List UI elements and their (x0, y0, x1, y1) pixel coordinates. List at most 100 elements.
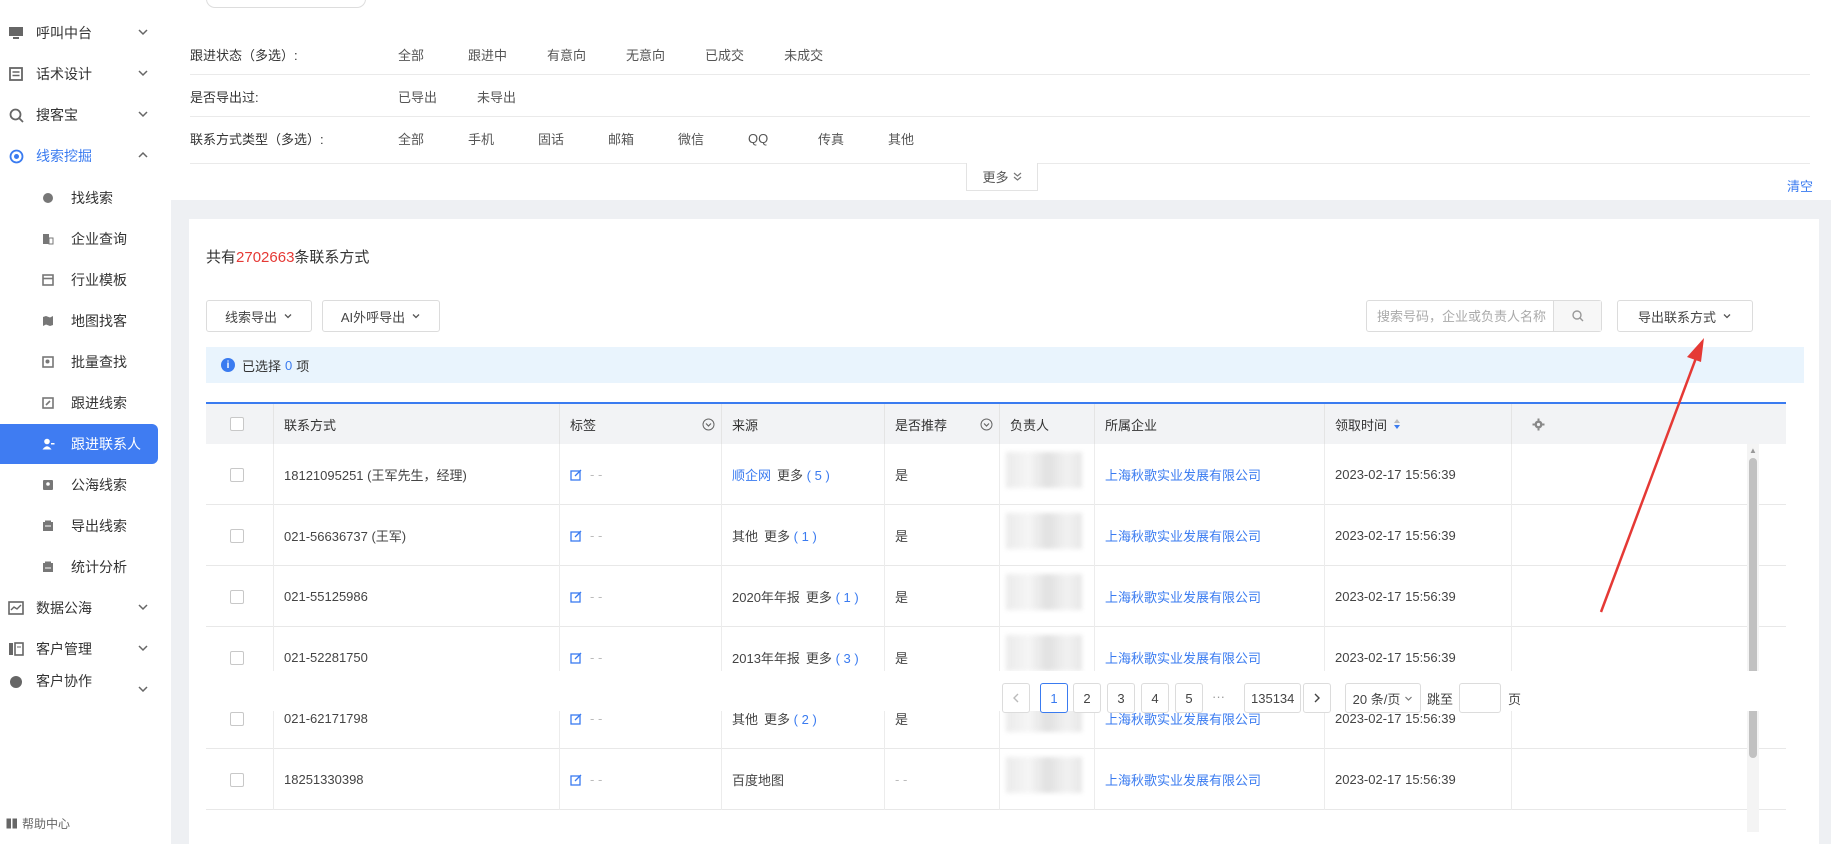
source-value[interactable]: 顺企网 (732, 465, 771, 484)
table-row[interactable]: 18121095251 (王军先生，经理) - - 顺企网 更多 ( 5 ) 是 上海秋歌… (206, 444, 1786, 505)
sidebar-item-industry-template[interactable]: 行业模板 (0, 260, 158, 300)
company-link[interactable]: 上海秋歌实业发展有限公司 (1105, 770, 1261, 789)
filter-option[interactable]: 微信 (678, 129, 708, 148)
gear-icon[interactable] (1532, 418, 1545, 431)
filter-option[interactable]: 全部 (398, 45, 428, 64)
page-button[interactable]: 2 (1073, 683, 1101, 713)
edit-icon[interactable] (570, 591, 582, 603)
filter-option[interactable]: 固话 (538, 129, 568, 148)
more-filters-button[interactable]: 更多 (966, 163, 1038, 191)
page-size-select[interactable]: 20 条/页 (1345, 683, 1421, 713)
help-center-link[interactable]: 帮助中心 (6, 815, 70, 832)
top-toggle-pill[interactable] (206, 0, 366, 8)
search-button[interactable] (1553, 301, 1601, 331)
export-contacts-dropdown[interactable]: 导出联系方式 (1617, 300, 1753, 332)
total-count: 2702663 (236, 249, 295, 266)
sidebar-item-follow-contacts[interactable]: 跟进联系人 (0, 424, 158, 464)
sidebar-item-customer-collab[interactable]: 客户协作 (0, 670, 160, 692)
filter-option[interactable]: 未成交 (784, 45, 823, 64)
sidebar-item-soukebao[interactable]: 搜客宝 (0, 95, 160, 135)
page-button[interactable]: 4 (1141, 683, 1169, 713)
next-page-button[interactable] (1303, 683, 1331, 713)
table-row[interactable]: 021-56636737 (王军) - - 其他 更多 ( 1 ) 是 上海秋歌实业发展有… (206, 505, 1786, 566)
edit-icon[interactable] (570, 713, 582, 725)
edit-icon[interactable] (570, 469, 582, 481)
company-link[interactable]: 上海秋歌实业发展有限公司 (1105, 648, 1261, 667)
page-button[interactable]: 1 (1040, 683, 1068, 713)
edit-icon[interactable] (570, 774, 582, 786)
select-all-checkbox[interactable] (230, 417, 244, 431)
filter-option[interactable]: 未导出 (477, 87, 516, 106)
sidebar-item-label: 公海线索 (71, 477, 127, 493)
filter-option[interactable]: 有意向 (547, 45, 586, 64)
time-value: 2023-02-17 15:56:39 (1335, 711, 1456, 726)
ai-call-export-dropdown[interactable]: AI外呼导出 (322, 300, 440, 332)
sidebar-item-follow-leads[interactable]: 跟进线索 (0, 383, 158, 423)
filter-option[interactable]: 传真 (818, 129, 848, 148)
more-sources-link[interactable]: 更多 ( 3 ) (806, 648, 859, 667)
clear-filters-link[interactable]: 清空 (1787, 176, 1813, 195)
scroll-thumb[interactable] (1749, 458, 1757, 758)
filter-option[interactable]: 其他 (888, 129, 918, 148)
edit-icon[interactable] (570, 530, 582, 542)
lead-export-dropdown[interactable]: 线索导出 (206, 300, 312, 332)
scroll-up-arrow[interactable]: ▲ (1749, 446, 1757, 455)
sidebar-item-call-center[interactable]: 呼叫中台 (0, 13, 160, 53)
edit-icon[interactable] (570, 652, 582, 664)
jump-page-input[interactable] (1459, 683, 1501, 713)
more-sources-link[interactable]: 更多 ( 2 ) (764, 709, 817, 728)
tag-cell: - - (560, 505, 722, 566)
last-page-button[interactable]: 135134 (1244, 683, 1302, 713)
row-checkbox[interactable] (230, 467, 244, 482)
time-cell: 2023-02-17 15:56:39 (1325, 505, 1512, 566)
sidebar-item-map-search[interactable]: 地图找客 (0, 301, 158, 341)
filter-option[interactable]: 跟进中 (468, 45, 507, 64)
filter-option[interactable]: 邮箱 (608, 129, 638, 148)
sidebar-item-batch-search[interactable]: 批量查找 (0, 342, 158, 382)
table-scrollbar[interactable]: ▲ (1747, 444, 1759, 832)
sidebar-item-statistics[interactable]: 统计分析 (0, 547, 158, 587)
batch-search-icon (41, 355, 55, 369)
sidebar-item-lead-mining[interactable]: 线索挖掘 (0, 136, 160, 176)
page-ellipsis[interactable]: ··· (1212, 689, 1225, 704)
sidebar-item-export-leads[interactable]: 导出线索 (0, 506, 158, 546)
filter-option[interactable]: QQ (748, 131, 778, 146)
row-checkbox[interactable] (230, 650, 244, 665)
filter-option[interactable]: 全部 (398, 129, 428, 148)
prev-page-button[interactable] (1002, 683, 1030, 713)
header-recommend: 是否推荐 (885, 404, 1000, 444)
sort-icon[interactable] (1393, 418, 1401, 430)
sidebar-item-company-search[interactable]: 企业查询 (0, 219, 158, 259)
company-link[interactable]: 上海秋歌实业发展有限公司 (1105, 465, 1261, 484)
more-sources-link[interactable]: 更多 ( 1 ) (806, 587, 859, 606)
sidebar-item-find-leads[interactable]: 找线索 (0, 178, 158, 218)
search-input[interactable] (1367, 301, 1553, 331)
more-sources-link[interactable]: 更多 ( 5 ) (777, 465, 830, 484)
row-checkbox[interactable] (230, 589, 244, 604)
sidebar-item-public-leads[interactable]: 公海线索 (0, 465, 158, 505)
sidebar-item-data-sea[interactable]: 数据公海 (0, 588, 160, 628)
header-time[interactable]: 领取时间 (1325, 404, 1512, 444)
filter-option[interactable]: 无意向 (626, 45, 665, 64)
company-link[interactable]: 上海秋歌实业发展有限公司 (1105, 587, 1261, 606)
row-checkbox[interactable] (230, 528, 244, 543)
filter-dropdown-icon[interactable] (702, 418, 715, 431)
owner-redacted (1006, 452, 1082, 488)
company-link[interactable]: 上海秋歌实业发展有限公司 (1105, 526, 1261, 545)
filter-dropdown-icon[interactable] (980, 418, 993, 431)
row-checkbox[interactable] (230, 772, 244, 787)
filter-option[interactable]: 手机 (468, 129, 498, 148)
monitor-icon (8, 25, 24, 41)
sidebar-item-script-design[interactable]: 话术设计 (0, 54, 160, 94)
tag-cell: - - (560, 444, 722, 505)
row-checkbox[interactable] (230, 711, 244, 726)
filter-option[interactable]: 已导出 (398, 87, 437, 106)
filter-option[interactable]: 已成交 (705, 45, 744, 64)
sidebar-item-label: 客户协作 (36, 673, 92, 689)
table-row[interactable]: 021-55125986 - - 2020年年报 更多 ( 1 ) 是 上海秋歌实业发展有… (206, 566, 1786, 627)
more-sources-link[interactable]: 更多 ( 1 ) (764, 526, 817, 545)
page-button[interactable]: 5 (1175, 683, 1203, 713)
page-button[interactable]: 3 (1107, 683, 1135, 713)
sidebar-item-customer-management[interactable]: 客户管理 (0, 629, 160, 669)
table-row[interactable]: 18251330398 - - 百度地图 - - 上海秋歌实业发展有限公司 2023-02… (206, 749, 1786, 810)
